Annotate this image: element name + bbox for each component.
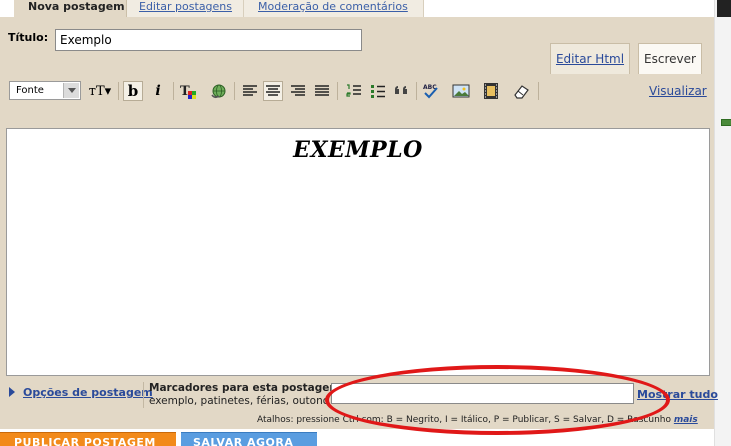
toolbar-divider [538,82,539,100]
align-right-button[interactable] [288,81,308,101]
bold-button[interactable]: b [123,81,143,101]
save-now-button[interactable]: SALVAR AGORA [181,432,317,446]
link-globe-icon [211,84,226,99]
align-left-icon [243,85,257,96]
toolbar-divider [337,82,338,100]
post-body-editor[interactable]: EXEMPLO [6,128,710,376]
font-select-value: Fonte [16,85,44,96]
footer-divider [143,382,144,408]
preview-link[interactable]: Visualizar [649,84,707,98]
spellcheck-button[interactable]: ABC [421,81,441,101]
frame-dark-bar [717,0,731,17]
link-button[interactable] [209,81,229,101]
post-tabs: Nova postagem Editar postagens Moderação… [0,0,731,17]
frame-green-marker [721,119,731,126]
text-color-button[interactable]: T [178,81,198,101]
quote-icon [395,86,407,94]
post-options-link[interactable]: Opções de postagem [9,386,153,399]
italic-button[interactable]: i [148,81,168,101]
justify-button[interactable] [312,81,332,101]
align-right-icon [291,85,305,96]
align-center-button[interactable] [263,81,283,101]
insert-video-button[interactable] [481,81,501,101]
tab-compose[interactable]: Escrever [638,43,702,74]
align-left-button[interactable] [240,81,260,101]
chevron-down-icon [63,83,79,98]
bulleted-list-icon [371,85,385,98]
post-options-label: Opções de postagem [23,386,153,399]
label-suggestions[interactable]: exemplo, patinetes, férias, outono [149,395,329,407]
image-icon [452,84,470,98]
tab-edit-html[interactable]: Editar Html [550,43,630,74]
expand-triangle-icon [9,387,15,397]
clear-formatting-button[interactable] [511,81,531,101]
justify-icon [315,85,329,96]
toolbar-divider [416,82,417,100]
labels-heading: Marcadores para esta postagem: [149,382,345,394]
publish-post-button[interactable]: PUBLICAR POSTAGEM [0,432,176,446]
editor-heading-text: EXEMPLO [293,137,423,163]
shortcuts-more-link[interactable]: mais [674,415,698,425]
spellcheck-icon: ABC [423,84,438,99]
text-color-icon: T [180,84,196,99]
title-label: Título: [8,31,49,44]
tab-new-post[interactable]: Nova postagem [14,0,127,17]
insert-image-button[interactable] [451,81,471,101]
italic-icon: i [155,83,161,99]
numbered-list-button[interactable] [344,81,364,101]
toolbar-divider [118,82,119,100]
blockquote-button[interactable] [392,81,412,101]
font-size-icon: тT▾ [88,83,112,99]
font-size-button[interactable]: тT▾ [86,81,114,101]
title-input[interactable] [55,29,362,51]
font-select[interactable]: Fonte [9,81,81,100]
toolbar-divider [173,82,174,100]
tab-comment-moderation[interactable]: Moderação de comentários [244,0,424,17]
annotation-red-circle [325,365,670,435]
eraser-icon [514,85,529,99]
bulleted-list-button[interactable] [368,81,388,101]
tab-edit-posts[interactable]: Editar postagens [127,0,244,17]
right-frame-edge [714,0,731,446]
align-center-icon [266,85,280,96]
bold-icon: b [127,82,139,100]
toolbar-divider [234,82,235,100]
video-icon [484,83,498,99]
numbered-list-icon [346,84,361,97]
